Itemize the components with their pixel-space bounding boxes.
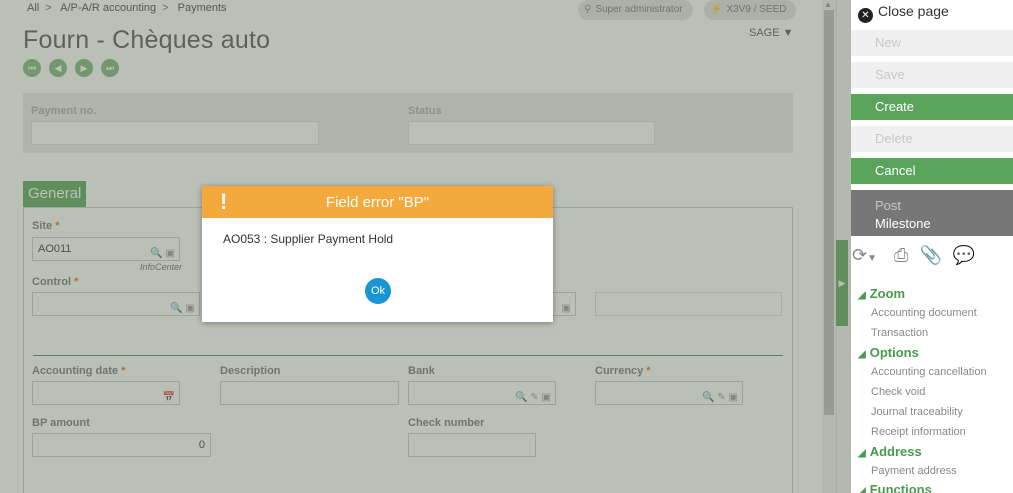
dialog-message: AO053 : Supplier Payment Hold [223, 232, 394, 246]
link-check-void[interactable]: Check void [871, 386, 925, 398]
collapse-icon: ◢ [858, 448, 866, 459]
post-label: Post [875, 198, 902, 213]
collapse-icon: ◢ [858, 486, 866, 493]
comment-icon[interactable]: 💬 [953, 245, 975, 265]
link-accounting-document[interactable]: Accounting document [871, 307, 977, 319]
link-receipt-information[interactable]: Receipt information [871, 426, 966, 438]
link-journal-traceability[interactable]: Journal traceability [871, 406, 963, 418]
refresh-icon[interactable]: ⟳▼ [852, 245, 883, 265]
collapse-icon: ◢ [858, 290, 866, 301]
print-icon[interactable]: ⎙ [894, 245, 908, 265]
link-transaction[interactable]: Transaction [871, 327, 928, 339]
close-icon: ✕ [858, 8, 873, 23]
link-payment-address[interactable]: Payment address [871, 465, 957, 477]
ok-button[interactable]: Ok [365, 278, 391, 304]
group-zoom[interactable]: ◢ Zoom [858, 286, 905, 301]
group-options[interactable]: ◢ Options [858, 345, 919, 360]
close-page-button[interactable]: ✕ Close page [858, 3, 949, 23]
post-milestone-button[interactable]: Post Milestone [851, 190, 1013, 236]
attachment-icon[interactable]: 📎 [919, 245, 941, 265]
cancel-button[interactable]: Cancel [851, 158, 1013, 184]
group-address[interactable]: ◢ Address [858, 444, 922, 459]
create-button[interactable]: Create [851, 94, 1013, 120]
error-dialog: ! Field error "BP" AO053 : Supplier Paym… [202, 186, 553, 322]
link-accounting-cancellation[interactable]: Accounting cancellation [871, 366, 987, 378]
dialog-header: ! Field error "BP" [202, 186, 553, 218]
delete-button[interactable]: Delete [851, 126, 1013, 152]
new-button[interactable]: New [851, 30, 1013, 56]
warning-icon: ! [220, 189, 228, 214]
dialog-title: Field error "BP" [325, 194, 430, 211]
milestone-label: Milestone [875, 216, 931, 231]
collapse-icon: ◢ [858, 349, 866, 360]
panel-toolbar: ⟳▼ ⎙ 📎 💬 [852, 245, 981, 266]
group-functions[interactable]: ◢ Functions [858, 482, 932, 493]
save-button[interactable]: Save [851, 62, 1013, 88]
